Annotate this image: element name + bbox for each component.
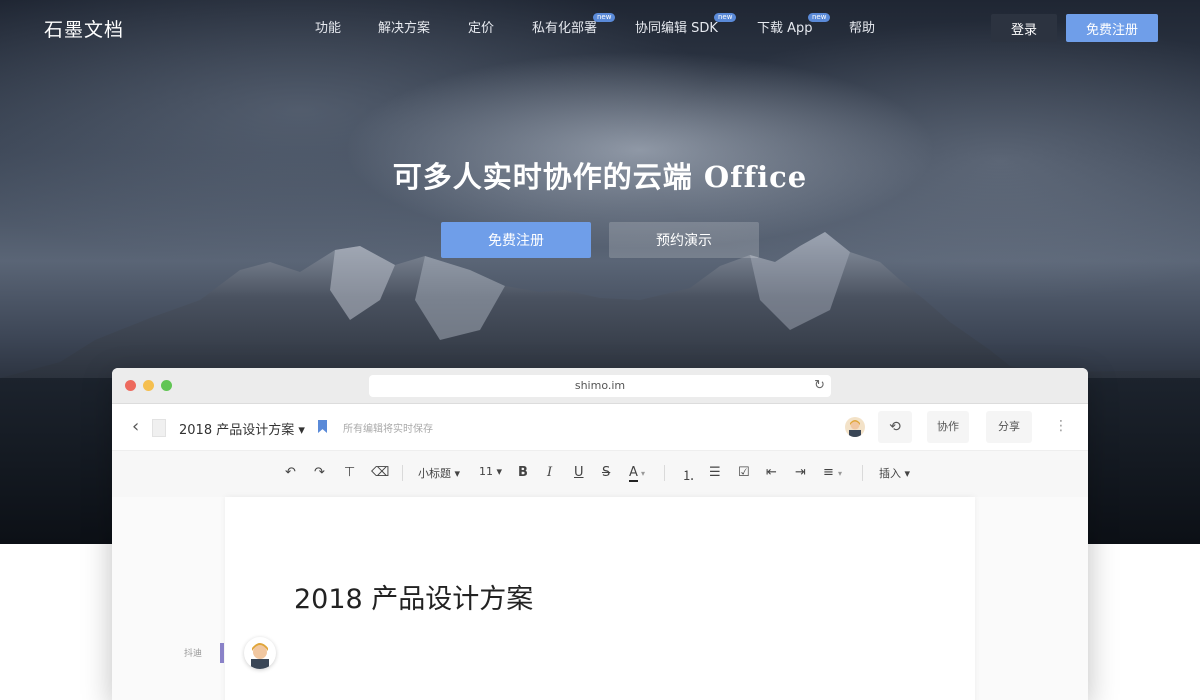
ordered-list-icon[interactable]: ⒈ [682, 465, 695, 484]
hero-title: 可多人实时协作的云端 Office [392, 160, 808, 194]
avatar[interactable] [845, 417, 865, 437]
new-badge: new [808, 13, 831, 22]
nav-item-features[interactable]: 功能 [315, 17, 341, 36]
url-text: shimo.im [574, 379, 626, 392]
address-bar[interactable]: shimo.im ↻ [369, 375, 831, 397]
format-toolbar: ↶ ↷ ⊤ ⌫ 小标题 ▾ 11 ▾ B I U S A ▾ ⒈ ☰ ☑ ⇤ ⇥… [112, 451, 1088, 497]
collaborate-button[interactable]: 协作 [927, 411, 969, 443]
document-page[interactable]: 2018 产品设计方案 [225, 497, 975, 700]
nav-item-pricing[interactable]: 定价 [468, 17, 494, 36]
toolbar-divider [402, 465, 403, 481]
underline-icon[interactable]: U [574, 465, 584, 480]
share-button[interactable]: 分享 [986, 411, 1032, 443]
close-dot-icon[interactable] [125, 380, 136, 391]
top-nav: 石墨文档 功能 解决方案 定价 私有化部署 new 协同编辑 SDK new 下… [0, 0, 1200, 56]
toolbar-divider [664, 465, 665, 481]
window-titlebar: shimo.im ↻ [112, 368, 1088, 404]
bullet-list-icon[interactable]: ☰ [709, 465, 721, 480]
document-icon [152, 419, 166, 437]
indent-icon[interactable]: ⇥ [795, 465, 806, 480]
undo-icon[interactable]: ↶ [285, 465, 296, 480]
new-badge: new [714, 13, 737, 22]
document-header: ‹ 2018 产品设计方案 ▾ 所有编辑将实时保存 ⟲ 协作 分享 ⋮ [112, 404, 1088, 451]
align-icon[interactable]: ≡ [823, 465, 834, 480]
hero-signup-button[interactable]: 免费注册 [441, 222, 591, 258]
signup-button[interactable]: 免费注册 [1066, 14, 1158, 42]
page-title[interactable]: 2018 产品设计方案 [294, 577, 533, 616]
browser-window: shimo.im ↻ ‹ 2018 产品设计方案 ▾ 所有编辑将实时保存 ⟲ 协… [112, 368, 1088, 700]
history-icon[interactable]: ⟲ [878, 411, 912, 443]
font-color-icon[interactable]: A [629, 465, 638, 482]
insert-dropdown[interactable]: 插入 ▾ [879, 465, 910, 481]
eraser-icon[interactable]: ⌫ [371, 465, 389, 480]
reload-icon[interactable]: ↻ [814, 375, 825, 397]
italic-icon[interactable]: I [547, 465, 552, 480]
checkbox-list-icon[interactable]: ☑ [738, 465, 750, 480]
heading-style-dropdown[interactable]: 小标题 ▾ [418, 465, 460, 481]
collaborator-name: 抖迪 [184, 649, 203, 659]
nav-item-download-app[interactable]: 下载 App [757, 17, 813, 36]
login-button[interactable]: 登录 [991, 14, 1057, 42]
nav-item-private-deploy[interactable]: 私有化部署 [532, 17, 597, 36]
nav-item-help[interactable]: 帮助 [849, 17, 875, 36]
collaborator-cursor [220, 643, 224, 663]
avatar[interactable] [244, 637, 276, 669]
strikethrough-icon[interactable]: S [602, 465, 610, 480]
font-size-dropdown[interactable]: 11 ▾ [479, 465, 502, 478]
hero-demo-button[interactable]: 预约演示 [609, 222, 759, 258]
format-painter-icon[interactable]: ⊤ [344, 465, 355, 480]
save-status: 所有编辑将实时保存 [343, 424, 433, 435]
document-title-dropdown[interactable]: 2018 产品设计方案 ▾ [179, 419, 305, 438]
outdent-icon[interactable]: ⇤ [766, 465, 777, 480]
back-arrow-icon[interactable]: ‹ [132, 416, 139, 437]
nav-item-solutions[interactable]: 解决方案 [378, 17, 430, 36]
chevron-down-icon[interactable]: ▾ [641, 469, 645, 478]
maximize-dot-icon[interactable] [161, 380, 172, 391]
nav-item-sdk[interactable]: 协同编辑 SDK [635, 17, 718, 36]
bookmark-icon[interactable] [318, 420, 327, 433]
more-vertical-icon[interactable]: ⋮ [1054, 418, 1068, 434]
bold-icon[interactable]: B [518, 465, 528, 480]
toolbar-divider [862, 465, 863, 481]
redo-icon[interactable]: ↷ [314, 465, 325, 480]
chevron-down-icon[interactable]: ▾ [838, 469, 842, 478]
new-badge: new [593, 13, 616, 22]
minimize-dot-icon[interactable] [143, 380, 154, 391]
